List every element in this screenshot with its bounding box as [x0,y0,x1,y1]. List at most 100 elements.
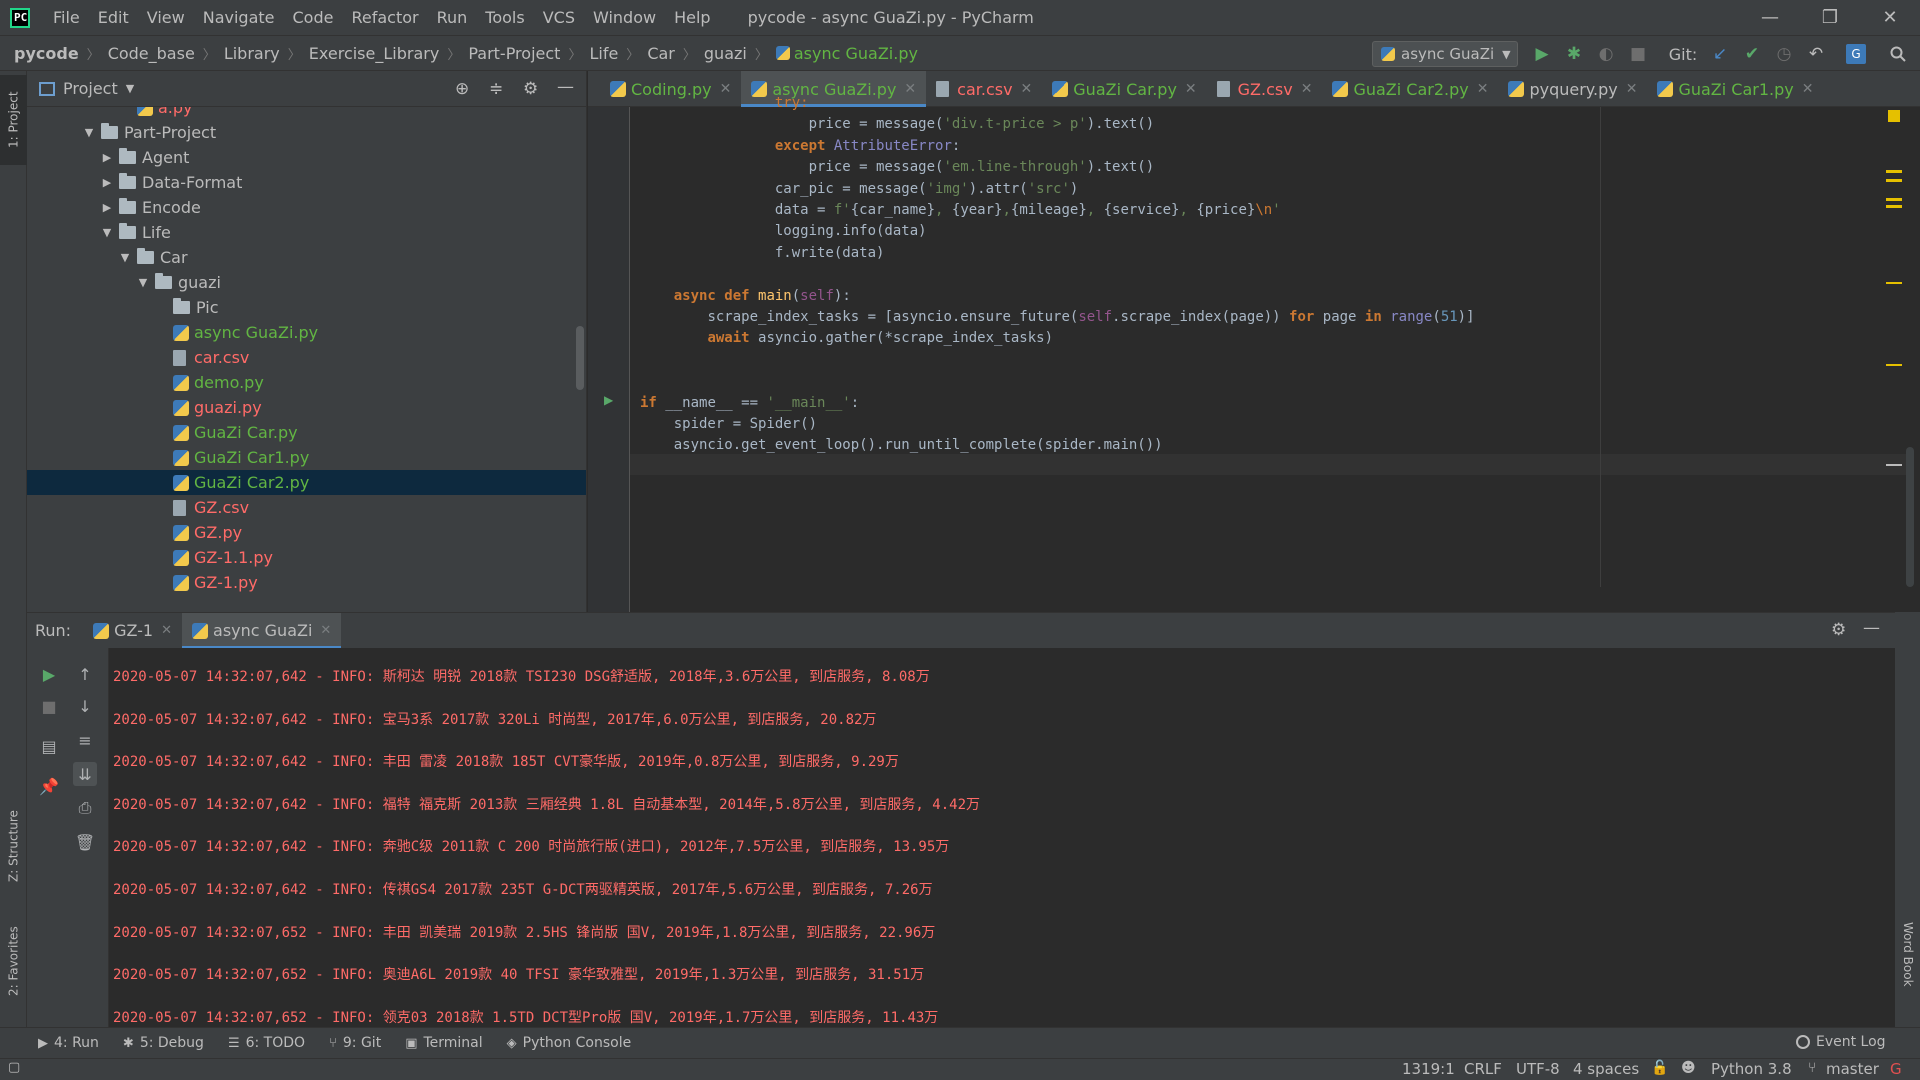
locate-file-icon[interactable]: ⊕ [455,79,469,99]
structure-tool-tab[interactable]: Z: Structure [0,791,27,901]
run-icon[interactable]: ▶ [1532,44,1552,64]
line-separator[interactable]: CRLF [1464,1060,1502,1078]
tree-item[interactable]: ▶ Data-Format [27,170,242,195]
project-tool-tab[interactable]: 1: Project [0,75,27,165]
run-gutter-icon[interactable]: ▶ [604,393,613,407]
breadcrumb-item[interactable]: pycode [14,44,79,63]
code-editor[interactable]: ▶ try: price = message('div.t-price > p'… [588,95,1920,612]
git-commit-icon[interactable]: ✔ [1742,44,1762,64]
run-tab[interactable]: GZ-1 ✕ [83,613,182,649]
tree-item[interactable]: GuaZi Car1.py [27,445,309,470]
breadcrumb-item[interactable]: Library [224,44,280,63]
menu-file[interactable]: File [44,8,89,27]
chevron-down-icon[interactable]: ▼ [135,276,151,289]
git-rollback-icon[interactable]: ↶ [1806,44,1826,64]
editor-scrollbar[interactable] [1906,447,1914,587]
close-window-button[interactable]: ✕ [1860,0,1920,35]
tree-item[interactable]: GZ.py [27,520,242,545]
pin-tab-icon[interactable]: 📌 [37,774,61,798]
breadcrumb-item[interactable]: Part-Project [468,44,560,63]
close-tab-icon[interactable]: ✕ [904,81,916,97]
close-tab-icon[interactable]: ✕ [1185,81,1197,97]
menu-refactor[interactable]: Refactor [342,8,427,27]
menu-view[interactable]: View [138,8,194,27]
chevron-down-icon[interactable]: ▼ [126,82,134,95]
menu-navigate[interactable]: Navigate [194,8,284,27]
chevron-right-icon[interactable]: ▶ [99,151,115,164]
chevron-down-icon[interactable]: ▼ [81,126,97,139]
python-interpreter[interactable]: Python 3.8 [1711,1060,1792,1078]
git-update-icon[interactable]: ↙ [1710,44,1730,64]
tree-scrollbar[interactable] [576,326,584,390]
caret-position[interactable]: 1319:1 [1402,1060,1455,1078]
restore-layout-icon[interactable]: ▤ [37,734,61,758]
menu-code[interactable]: Code [284,8,343,27]
git-history-icon[interactable]: ◷ [1774,44,1794,64]
breadcrumb-item[interactable]: Car [647,44,675,63]
favorites-tool-tab[interactable]: 2: Favorites [0,913,27,1009]
tool-tab-git[interactable]: ⑂ 9: Git [329,1035,381,1051]
soft-wrap-icon[interactable]: ≡ [73,728,97,752]
hide-panel-icon[interactable]: — [1863,618,1880,638]
down-stack-frame-icon[interactable]: ↓ [73,694,97,718]
tree-item[interactable]: ▶ Agent [27,145,189,170]
run-console[interactable]: 2020-05-07 14:32:07,642 - INFO: 斯柯达 明锐 2… [109,648,1889,1027]
collapse-all-icon[interactable]: ≑ [489,79,503,99]
menu-tools[interactable]: Tools [476,8,533,27]
stop-icon[interactable]: ■ [37,694,61,718]
chevron-down-icon[interactable]: ▼ [117,251,133,264]
tool-tab-python-console[interactable]: ◈ Python Console [507,1035,632,1051]
tree-item[interactable]: a.py [27,107,193,120]
gear-icon[interactable]: ⚙ [1831,620,1846,640]
tool-windows-toggle-icon[interactable]: ▢ [8,1060,20,1075]
tree-item[interactable]: ▼ Life [27,220,171,245]
tree-item[interactable]: guazi.py [27,395,262,420]
tree-item[interactable]: Pic [27,295,219,320]
indent-setting[interactable]: 4 spaces [1573,1060,1639,1078]
git-branch[interactable]: master [1826,1060,1879,1078]
breadcrumb-item[interactable]: Exercise_Library [309,44,440,63]
close-tab-icon[interactable]: ✕ [1021,81,1033,97]
editor-tab[interactable]: GuaZi Car1.py ✕ [1647,71,1823,107]
trash-icon[interactable]: 🗑 [73,830,97,854]
tree-item[interactable]: ▼ Car [27,245,188,270]
tool-tab-todo[interactable]: ☰ 6: TODO [228,1035,305,1051]
error-stripe[interactable] [1878,107,1920,612]
menu-help[interactable]: Help [665,8,719,27]
word-book-tool-tab[interactable]: Word Book [1899,922,1915,1022]
chevron-down-icon[interactable]: ▼ [99,226,115,239]
hide-panel-icon[interactable]: — [557,77,574,97]
translate-icon[interactable]: G [1846,44,1866,64]
editor-tab[interactable]: car.csv ✕ [926,71,1042,107]
close-tab-icon[interactable]: ✕ [1802,81,1814,97]
chevron-right-icon[interactable]: ▶ [99,201,115,214]
editor-tab[interactable]: GuaZi Car.py ✕ [1042,71,1206,107]
scroll-to-end-icon[interactable]: ⇊ [73,762,97,786]
breadcrumb-item[interactable]: async GuaZi.py [794,44,918,63]
editor-tab[interactable]: GZ.csv ✕ [1207,71,1323,107]
stop-icon[interactable]: ■ [1628,44,1648,64]
run-tab[interactable]: async GuaZi ✕ [182,612,342,649]
project-panel-title[interactable]: Project [63,79,118,98]
tool-tab-run[interactable]: ▶ 4: Run [38,1035,99,1051]
tree-item[interactable]: GZ.csv [27,495,249,520]
menu-run[interactable]: Run [428,8,477,27]
warning-indicator-icon[interactable] [1888,110,1900,122]
debug-icon[interactable]: ✱ [1564,44,1584,64]
menu-edit[interactable]: Edit [89,8,138,27]
tree-item[interactable]: car.csv [27,345,249,370]
breadcrumb-item[interactable]: Life [589,44,618,63]
tree-item[interactable]: ▼ guazi [27,270,221,295]
tree-item[interactable]: GuaZi Car.py [27,420,298,445]
tree-item[interactable]: ▶ Encode [27,195,201,220]
close-tab-icon[interactable]: ✕ [320,623,331,638]
gear-icon[interactable]: ⚙ [523,79,538,99]
run-configuration-select[interactable]: async GuaZi ▼ [1372,41,1518,67]
restore-button[interactable]: ❐ [1800,0,1860,35]
close-tab-icon[interactable]: ✕ [1626,81,1638,97]
tree-item[interactable]: demo.py [27,370,264,395]
close-tab-icon[interactable]: ✕ [1301,81,1313,97]
menu-vcs[interactable]: VCS [534,8,584,27]
coverage-icon[interactable]: ◐ [1596,44,1616,64]
minimize-button[interactable]: — [1740,0,1800,35]
